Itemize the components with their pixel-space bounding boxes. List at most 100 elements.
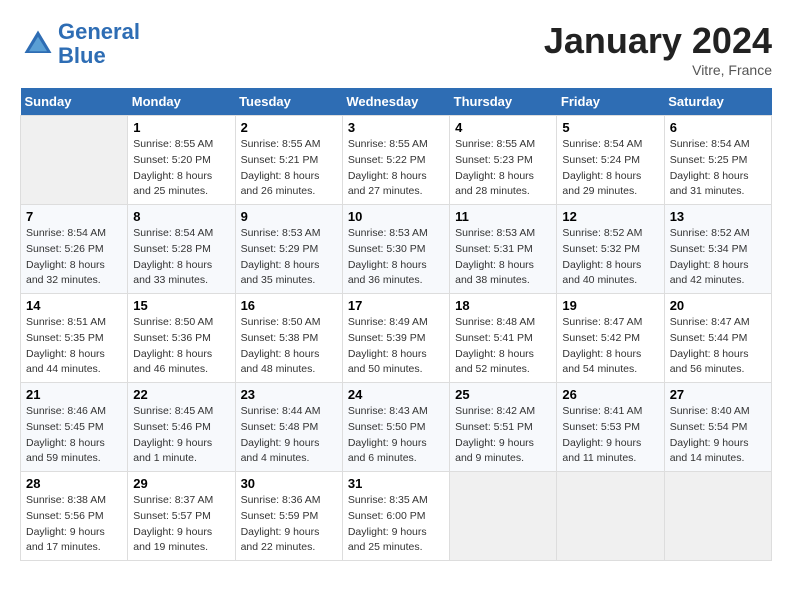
calendar-cell: 13Sunrise: 8:52 AMSunset: 5:34 PMDayligh… <box>664 205 771 294</box>
day-info: Sunrise: 8:41 AMSunset: 5:53 PMDaylight:… <box>562 404 658 467</box>
sunset-text: Sunset: 5:42 PM <box>562 332 640 344</box>
daylight-text: Daylight: 8 hours and 54 minutes. <box>562 348 641 376</box>
day-number: 23 <box>241 387 337 402</box>
sunrise-text: Sunrise: 8:37 AM <box>133 494 213 506</box>
sunset-text: Sunset: 5:35 PM <box>26 332 104 344</box>
week-row-2: 7Sunrise: 8:54 AMSunset: 5:26 PMDaylight… <box>21 205 772 294</box>
sunrise-text: Sunrise: 8:41 AM <box>562 405 642 417</box>
sunset-text: Sunset: 5:41 PM <box>455 332 533 344</box>
sunset-text: Sunset: 5:36 PM <box>133 332 211 344</box>
daylight-text: Daylight: 8 hours and 27 minutes. <box>348 170 427 198</box>
sunset-text: Sunset: 5:22 PM <box>348 154 426 166</box>
sunset-text: Sunset: 5:31 PM <box>455 243 533 255</box>
sunset-text: Sunset: 5:39 PM <box>348 332 426 344</box>
sunrise-text: Sunrise: 8:55 AM <box>241 138 321 150</box>
calendar-cell: 7Sunrise: 8:54 AMSunset: 5:26 PMDaylight… <box>21 205 128 294</box>
daylight-text: Daylight: 8 hours and 35 minutes. <box>241 259 320 287</box>
weekday-header-thursday: Thursday <box>450 88 557 116</box>
day-info: Sunrise: 8:45 AMSunset: 5:46 PMDaylight:… <box>133 404 229 467</box>
daylight-text: Daylight: 8 hours and 36 minutes. <box>348 259 427 287</box>
calendar-cell: 10Sunrise: 8:53 AMSunset: 5:30 PMDayligh… <box>342 205 449 294</box>
week-row-4: 21Sunrise: 8:46 AMSunset: 5:45 PMDayligh… <box>21 383 772 472</box>
calendar-cell: 14Sunrise: 8:51 AMSunset: 5:35 PMDayligh… <box>21 294 128 383</box>
daylight-text: Daylight: 8 hours and 32 minutes. <box>26 259 105 287</box>
day-number: 14 <box>26 298 122 313</box>
day-info: Sunrise: 8:55 AMSunset: 5:20 PMDaylight:… <box>133 137 229 200</box>
weekday-header-saturday: Saturday <box>664 88 771 116</box>
sunrise-text: Sunrise: 8:49 AM <box>348 316 428 328</box>
sunrise-text: Sunrise: 8:42 AM <box>455 405 535 417</box>
day-info: Sunrise: 8:52 AMSunset: 5:34 PMDaylight:… <box>670 226 766 289</box>
day-number: 27 <box>670 387 766 402</box>
sunset-text: Sunset: 5:26 PM <box>26 243 104 255</box>
calendar-cell <box>21 116 128 205</box>
daylight-text: Daylight: 9 hours and 4 minutes. <box>241 437 320 465</box>
day-info: Sunrise: 8:43 AMSunset: 5:50 PMDaylight:… <box>348 404 444 467</box>
day-number: 26 <box>562 387 658 402</box>
day-number: 22 <box>133 387 229 402</box>
weekday-header-monday: Monday <box>128 88 235 116</box>
day-number: 10 <box>348 209 444 224</box>
day-info: Sunrise: 8:55 AMSunset: 5:23 PMDaylight:… <box>455 137 551 200</box>
calendar-cell: 8Sunrise: 8:54 AMSunset: 5:28 PMDaylight… <box>128 205 235 294</box>
day-number: 11 <box>455 209 551 224</box>
title-block: January 2024 Vitre, France <box>544 20 772 78</box>
calendar-cell: 22 Sunrise: 8:45 AMSunset: 5:46 PMDayligh… <box>128 383 235 472</box>
week-row-1: 1 Sunrise: 8:55 AMSunset: 5:20 PMDaylight… <box>21 116 772 205</box>
day-number: 21 <box>26 387 122 402</box>
sunrise-text: Sunrise: 8:54 AM <box>670 138 750 150</box>
calendar-cell: 28Sunrise: 8:38 AMSunset: 5:56 PMDayligh… <box>21 472 128 561</box>
calendar-cell: 21Sunrise: 8:46 AMSunset: 5:45 PMDayligh… <box>21 383 128 472</box>
daylight-text: Daylight: 8 hours and 25 minutes. <box>133 170 212 198</box>
day-info: Sunrise: 8:50 AMSunset: 5:36 PMDaylight:… <box>133 315 229 378</box>
day-info: Sunrise: 8:49 AMSunset: 5:39 PMDaylight:… <box>348 315 444 378</box>
sunrise-text: Sunrise: 8:55 AM <box>348 138 428 150</box>
calendar-table: SundayMondayTuesdayWednesdayThursdayFrid… <box>20 88 772 561</box>
sunset-text: Sunset: 5:46 PM <box>133 421 211 433</box>
calendar-cell: 11Sunrise: 8:53 AMSunset: 5:31 PMDayligh… <box>450 205 557 294</box>
week-row-3: 14Sunrise: 8:51 AMSunset: 5:35 PMDayligh… <box>21 294 772 383</box>
sunset-text: Sunset: 5:29 PM <box>241 243 319 255</box>
daylight-text: Daylight: 8 hours and 31 minutes. <box>670 170 749 198</box>
sunrise-text: Sunrise: 8:54 AM <box>562 138 642 150</box>
calendar-cell: 26 Sunrise: 8:41 AMSunset: 5:53 PMDayligh… <box>557 383 664 472</box>
day-number: 28 <box>26 476 122 491</box>
daylight-text: Daylight: 8 hours and 42 minutes. <box>670 259 749 287</box>
sunset-text: Sunset: 5:54 PM <box>670 421 748 433</box>
sunrise-text: Sunrise: 8:55 AM <box>133 138 213 150</box>
calendar-cell: 20Sunrise: 8:47 AMSunset: 5:44 PMDayligh… <box>664 294 771 383</box>
day-number: 25 <box>455 387 551 402</box>
day-number: 29 <box>133 476 229 491</box>
day-number: 4 <box>455 120 551 135</box>
day-info: Sunrise: 8:55 AM Sunset: 5:22 PM Daylight:… <box>348 137 444 200</box>
day-info: Sunrise: 8:42 AMSunset: 5:51 PMDaylight:… <box>455 404 551 467</box>
sunrise-text: Sunrise: 8:47 AM <box>562 316 642 328</box>
daylight-text: Daylight: 8 hours and 33 minutes. <box>133 259 212 287</box>
sunrise-text: Sunrise: 8:50 AM <box>241 316 321 328</box>
day-number: 6 <box>670 120 766 135</box>
weekday-header-tuesday: Tuesday <box>235 88 342 116</box>
sunrise-text: Sunrise: 8:44 AM <box>241 405 321 417</box>
sunset-text: Sunset: 5:25 PM <box>670 154 748 166</box>
daylight-text: Daylight: 8 hours and 38 minutes. <box>455 259 534 287</box>
day-number: 7 <box>26 209 122 224</box>
day-number: 1 <box>133 120 229 135</box>
day-info: Sunrise: 8:54 AMSunset: 5:28 PMDaylight:… <box>133 226 229 289</box>
sunrise-text: Sunrise: 8:52 AM <box>670 227 750 239</box>
calendar-cell: 9Sunrise: 8:53 AMSunset: 5:29 PMDaylight… <box>235 205 342 294</box>
sunset-text: Sunset: 5:24 PM <box>562 154 640 166</box>
calendar-cell: 31Sunrise: 8:35 AMSunset: 6:00 PMDayligh… <box>342 472 449 561</box>
logo-text: General Blue <box>58 20 140 68</box>
sunset-text: Sunset: 5:51 PM <box>455 421 533 433</box>
weekday-header-wednesday: Wednesday <box>342 88 449 116</box>
daylight-text: Daylight: 8 hours and 59 minutes. <box>26 437 105 465</box>
calendar-cell <box>450 472 557 561</box>
sunrise-text: Sunrise: 8:53 AM <box>348 227 428 239</box>
logo-general: General <box>58 19 140 44</box>
sunrise-text: Sunrise: 8:36 AM <box>241 494 321 506</box>
day-number: 19 <box>562 298 658 313</box>
daylight-text: Daylight: 8 hours and 56 minutes. <box>670 348 749 376</box>
sunset-text: Sunset: 5:50 PM <box>348 421 426 433</box>
day-info: Sunrise: 8:48 AMSunset: 5:41 PMDaylight:… <box>455 315 551 378</box>
daylight-text: Daylight: 9 hours and 25 minutes. <box>348 526 427 554</box>
